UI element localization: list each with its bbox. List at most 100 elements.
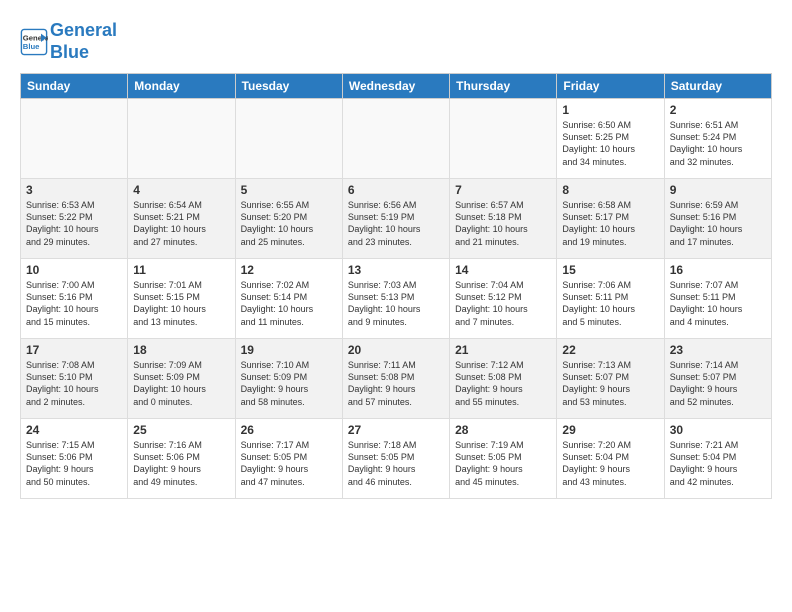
logo-text: General Blue — [50, 20, 117, 63]
day-number: 17 — [26, 343, 122, 357]
calendar-cell: 17 Sunrise: 7:08 AM Sunset: 5:10 PM Dayli… — [21, 339, 128, 419]
day-number: 21 — [455, 343, 551, 357]
logo-general: General — [50, 20, 117, 40]
day-number: 13 — [348, 263, 444, 277]
day-info: Sunrise: 6:57 AM Sunset: 5:18 PM Dayligh… — [455, 199, 551, 248]
calendar-header-row: SundayMondayTuesdayWednesdayThursdayFrid… — [21, 74, 772, 99]
day-info: Sunrise: 7:02 AM Sunset: 5:14 PM Dayligh… — [241, 279, 337, 328]
calendar-week-4: 24 Sunrise: 7:15 AM Sunset: 5:06 PM Dayli… — [21, 419, 772, 499]
calendar-cell: 11 Sunrise: 7:01 AM Sunset: 5:15 PM Dayli… — [128, 259, 235, 339]
day-info: Sunrise: 7:06 AM Sunset: 5:11 PM Dayligh… — [562, 279, 658, 328]
day-info: Sunrise: 7:03 AM Sunset: 5:13 PM Dayligh… — [348, 279, 444, 328]
calendar-cell: 16 Sunrise: 7:07 AM Sunset: 5:11 PM Dayli… — [664, 259, 771, 339]
day-info: Sunrise: 6:54 AM Sunset: 5:21 PM Dayligh… — [133, 199, 229, 248]
calendar-cell: 3Sunrise: 6:53 AM Sunset: 5:22 PM Daylig… — [21, 179, 128, 259]
svg-text:Blue: Blue — [23, 42, 40, 51]
calendar-cell: 4 Sunrise: 6:54 AM Sunset: 5:21 PM Daylig… — [128, 179, 235, 259]
day-number: 9 — [670, 183, 766, 197]
day-number: 5 — [241, 183, 337, 197]
day-info: Sunrise: 7:10 AM Sunset: 5:09 PM Dayligh… — [241, 359, 337, 408]
day-info: Sunrise: 7:18 AM Sunset: 5:05 PM Dayligh… — [348, 439, 444, 488]
day-info: Sunrise: 7:15 AM Sunset: 5:06 PM Dayligh… — [26, 439, 122, 488]
calendar-cell: 29 Sunrise: 7:20 AM Sunset: 5:04 PM Dayli… — [557, 419, 664, 499]
day-info: Sunrise: 7:08 AM Sunset: 5:10 PM Dayligh… — [26, 359, 122, 408]
day-number: 20 — [348, 343, 444, 357]
calendar-week-2: 10Sunrise: 7:00 AM Sunset: 5:16 PM Dayli… — [21, 259, 772, 339]
day-info: Sunrise: 6:55 AM Sunset: 5:20 PM Dayligh… — [241, 199, 337, 248]
day-info: Sunrise: 6:58 AM Sunset: 5:17 PM Dayligh… — [562, 199, 658, 248]
day-info: Sunrise: 7:07 AM Sunset: 5:11 PM Dayligh… — [670, 279, 766, 328]
day-info: Sunrise: 6:56 AM Sunset: 5:19 PM Dayligh… — [348, 199, 444, 248]
day-info: Sunrise: 7:21 AM Sunset: 5:04 PM Dayligh… — [670, 439, 766, 488]
day-number: 28 — [455, 423, 551, 437]
day-info: Sunrise: 7:14 AM Sunset: 5:07 PM Dayligh… — [670, 359, 766, 408]
calendar-cell: 22 Sunrise: 7:13 AM Sunset: 5:07 PM Dayli… — [557, 339, 664, 419]
calendar-cell: 28 Sunrise: 7:19 AM Sunset: 5:05 PM Dayli… — [450, 419, 557, 499]
day-number: 29 — [562, 423, 658, 437]
calendar-cell: 10Sunrise: 7:00 AM Sunset: 5:16 PM Dayli… — [21, 259, 128, 339]
day-number: 26 — [241, 423, 337, 437]
day-info: Sunrise: 7:01 AM Sunset: 5:15 PM Dayligh… — [133, 279, 229, 328]
calendar-cell: 19 Sunrise: 7:10 AM Sunset: 5:09 PM Dayli… — [235, 339, 342, 419]
calendar-cell: 1 Sunrise: 6:50 AM Sunset: 5:25 PM Daylig… — [557, 99, 664, 179]
logo-icon: General Blue — [20, 28, 48, 56]
calendar-cell: 26 Sunrise: 7:17 AM Sunset: 5:05 PM Dayli… — [235, 419, 342, 499]
weekday-header-thursday: Thursday — [450, 74, 557, 99]
calendar-cell: 8 Sunrise: 6:58 AM Sunset: 5:17 PM Daylig… — [557, 179, 664, 259]
day-info: Sunrise: 7:13 AM Sunset: 5:07 PM Dayligh… — [562, 359, 658, 408]
day-number: 22 — [562, 343, 658, 357]
day-number: 24 — [26, 423, 122, 437]
day-info: Sunrise: 7:16 AM Sunset: 5:06 PM Dayligh… — [133, 439, 229, 488]
calendar-cell: 5 Sunrise: 6:55 AM Sunset: 5:20 PM Daylig… — [235, 179, 342, 259]
day-info: Sunrise: 7:09 AM Sunset: 5:09 PM Dayligh… — [133, 359, 229, 408]
day-number: 1 — [562, 103, 658, 117]
day-number: 30 — [670, 423, 766, 437]
calendar-cell: 7Sunrise: 6:57 AM Sunset: 5:18 PM Daylig… — [450, 179, 557, 259]
calendar-cell: 6 Sunrise: 6:56 AM Sunset: 5:19 PM Daylig… — [342, 179, 449, 259]
calendar-cell — [342, 99, 449, 179]
calendar-cell: 2Sunrise: 6:51 AM Sunset: 5:24 PM Daylig… — [664, 99, 771, 179]
calendar-week-1: 3Sunrise: 6:53 AM Sunset: 5:22 PM Daylig… — [21, 179, 772, 259]
day-number: 6 — [348, 183, 444, 197]
calendar-table: SundayMondayTuesdayWednesdayThursdayFrid… — [20, 73, 772, 499]
calendar-cell — [21, 99, 128, 179]
day-info: Sunrise: 7:12 AM Sunset: 5:08 PM Dayligh… — [455, 359, 551, 408]
calendar-cell: 23 Sunrise: 7:14 AM Sunset: 5:07 PM Dayli… — [664, 339, 771, 419]
day-info: Sunrise: 7:20 AM Sunset: 5:04 PM Dayligh… — [562, 439, 658, 488]
day-info: Sunrise: 7:17 AM Sunset: 5:05 PM Dayligh… — [241, 439, 337, 488]
calendar-week-0: 1 Sunrise: 6:50 AM Sunset: 5:25 PM Daylig… — [21, 99, 772, 179]
calendar-cell: 20 Sunrise: 7:11 AM Sunset: 5:08 PM Dayli… — [342, 339, 449, 419]
weekday-header-saturday: Saturday — [664, 74, 771, 99]
day-info: Sunrise: 6:50 AM Sunset: 5:25 PM Dayligh… — [562, 119, 658, 168]
logo-blue: Blue — [50, 42, 89, 62]
weekday-header-tuesday: Tuesday — [235, 74, 342, 99]
day-number: 10 — [26, 263, 122, 277]
weekday-header-monday: Monday — [128, 74, 235, 99]
day-number: 14 — [455, 263, 551, 277]
calendar-cell — [128, 99, 235, 179]
calendar-cell: 30 Sunrise: 7:21 AM Sunset: 5:04 PM Dayli… — [664, 419, 771, 499]
day-info: Sunrise: 7:04 AM Sunset: 5:12 PM Dayligh… — [455, 279, 551, 328]
calendar-cell: 27 Sunrise: 7:18 AM Sunset: 5:05 PM Dayli… — [342, 419, 449, 499]
calendar-cell: 13 Sunrise: 7:03 AM Sunset: 5:13 PM Dayli… — [342, 259, 449, 339]
calendar-cell: 18Sunrise: 7:09 AM Sunset: 5:09 PM Dayli… — [128, 339, 235, 419]
day-number: 11 — [133, 263, 229, 277]
day-info: Sunrise: 6:51 AM Sunset: 5:24 PM Dayligh… — [670, 119, 766, 168]
day-info: Sunrise: 7:19 AM Sunset: 5:05 PM Dayligh… — [455, 439, 551, 488]
day-number: 12 — [241, 263, 337, 277]
day-info: Sunrise: 6:59 AM Sunset: 5:16 PM Dayligh… — [670, 199, 766, 248]
calendar-cell: 15Sunrise: 7:06 AM Sunset: 5:11 PM Dayli… — [557, 259, 664, 339]
header: General Blue General Blue — [20, 20, 772, 63]
calendar-cell: 24 Sunrise: 7:15 AM Sunset: 5:06 PM Dayli… — [21, 419, 128, 499]
day-number: 25 — [133, 423, 229, 437]
day-number: 23 — [670, 343, 766, 357]
weekday-header-friday: Friday — [557, 74, 664, 99]
calendar-cell: 12 Sunrise: 7:02 AM Sunset: 5:14 PM Dayli… — [235, 259, 342, 339]
day-number: 16 — [670, 263, 766, 277]
day-number: 8 — [562, 183, 658, 197]
calendar-cell: 9 Sunrise: 6:59 AM Sunset: 5:16 PM Daylig… — [664, 179, 771, 259]
day-number: 4 — [133, 183, 229, 197]
day-info: Sunrise: 7:11 AM Sunset: 5:08 PM Dayligh… — [348, 359, 444, 408]
day-number: 27 — [348, 423, 444, 437]
day-number: 19 — [241, 343, 337, 357]
